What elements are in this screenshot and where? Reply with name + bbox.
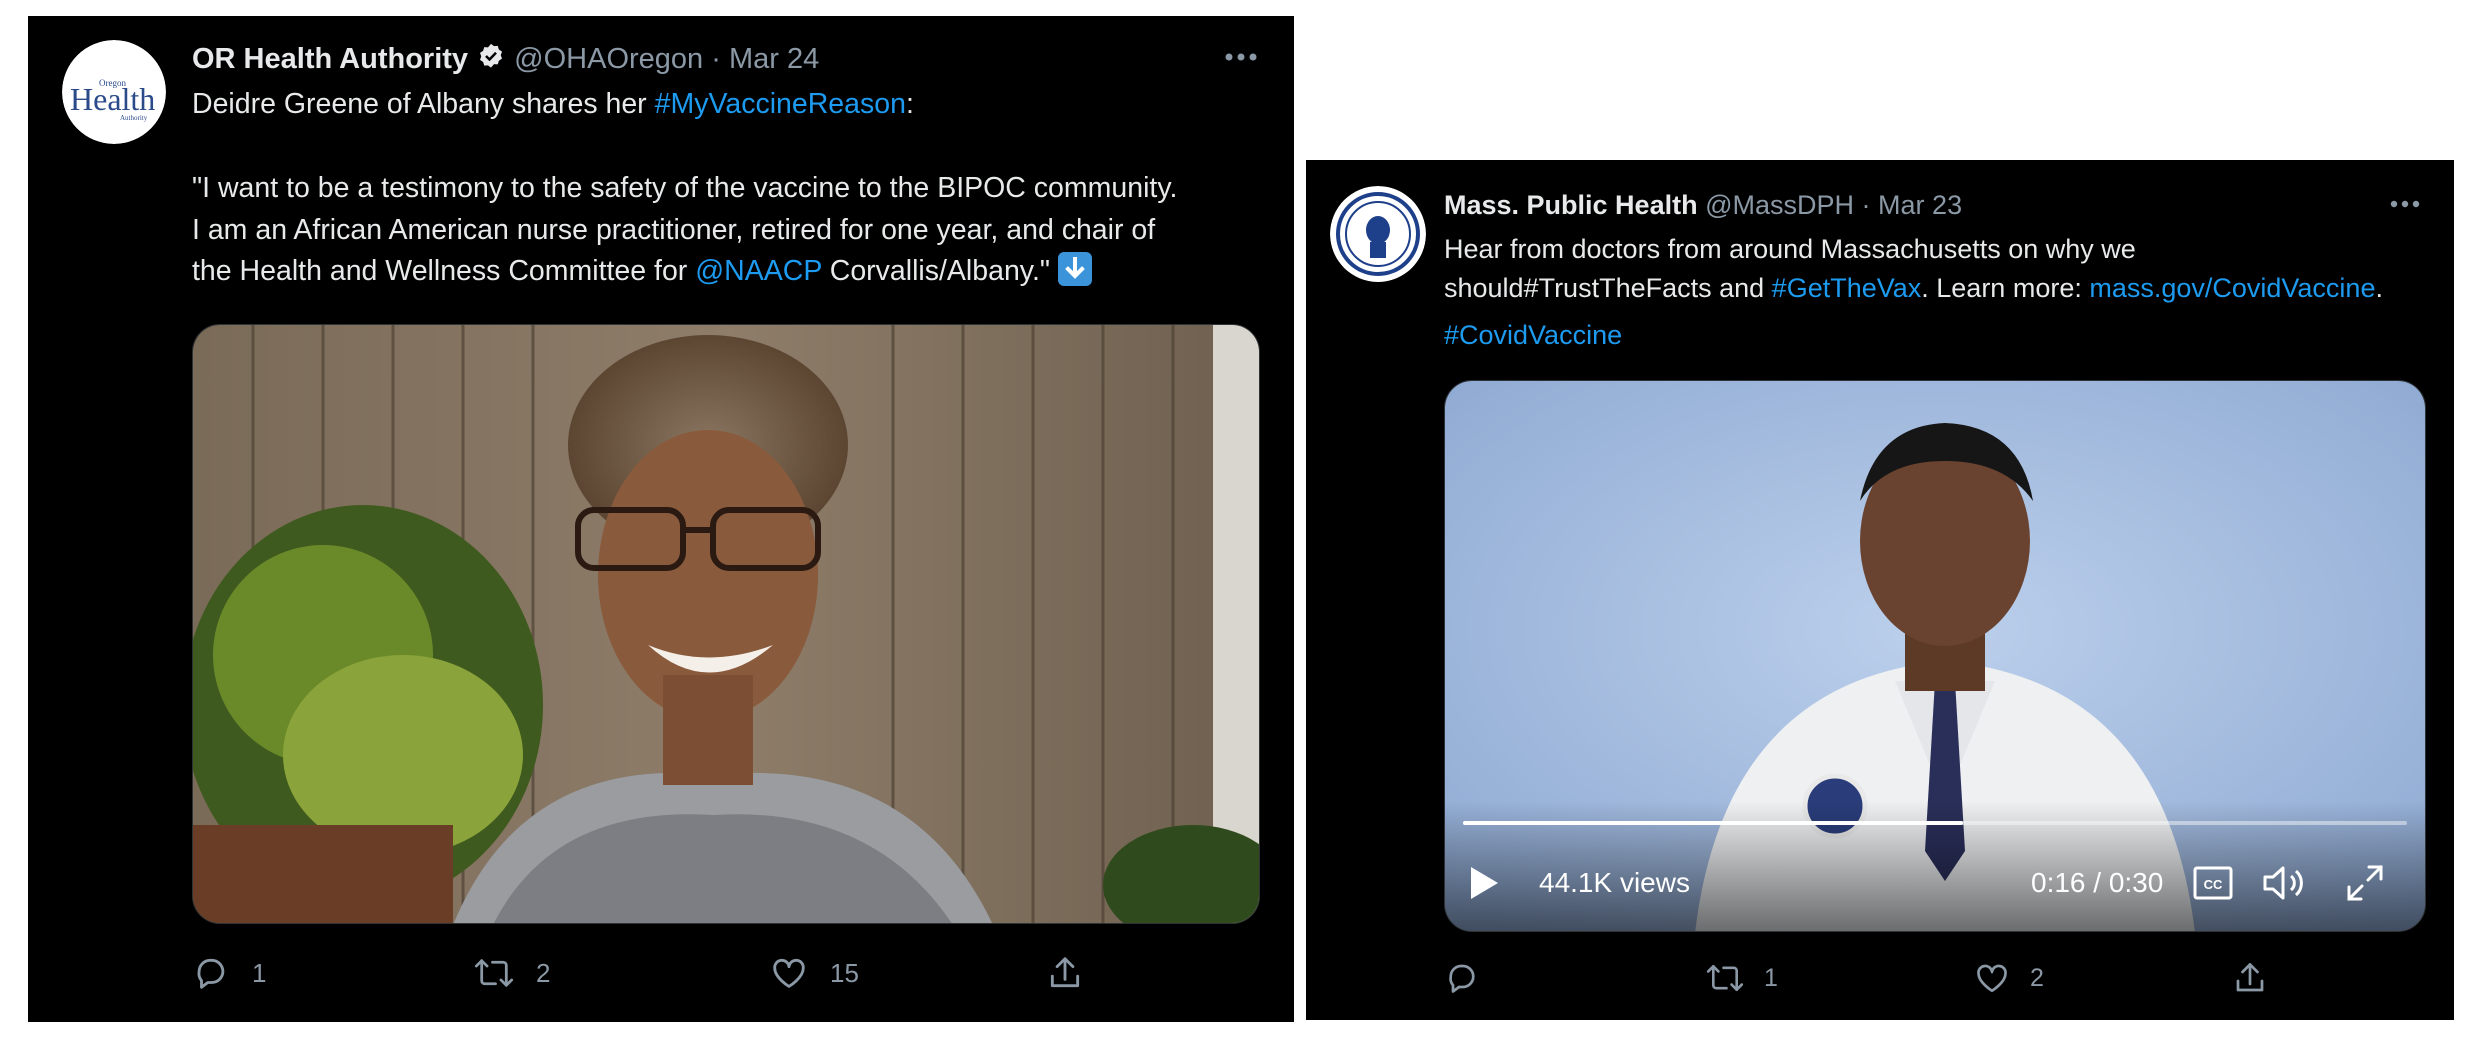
video-views: 44.1K views xyxy=(1539,867,1690,898)
like-button[interactable]: 2 xyxy=(1974,960,2044,996)
more-icon[interactable] xyxy=(1224,36,1258,70)
like-icon xyxy=(1977,964,2007,993)
like-icon xyxy=(773,958,805,988)
arrow-down-icon xyxy=(1057,251,1092,286)
share-icon xyxy=(1050,957,1080,988)
tweet-header: Mass. Public Health @MassDPH · Mar 23 xyxy=(1444,190,1962,221)
tweet-photo[interactable] xyxy=(192,324,1260,924)
massdph-seal-logo xyxy=(1330,186,1426,282)
photo-woman-smiling xyxy=(193,325,1259,923)
share-icon xyxy=(2236,963,2264,992)
reply-icon xyxy=(1449,964,1475,993)
tweet-video[interactable]: 44.1K views 0:16 / 0:30 CC xyxy=(1444,380,2426,932)
video-controls: 44.1K views 0:16 / 0:30 CC xyxy=(1445,801,2425,931)
tweet-card-oha[interactable]: Oregon Health Authority OR Health Author… xyxy=(28,16,1294,1022)
quote-line-3: the Health and Wellness Committee for @N… xyxy=(192,251,1272,292)
verified-badge-icon xyxy=(480,43,503,68)
separator: · xyxy=(711,43,721,75)
avatar[interactable] xyxy=(1330,186,1426,282)
like-count: 2 xyxy=(2030,963,2044,992)
volume-icon xyxy=(2263,866,2303,900)
author-name[interactable]: OR Health Authority xyxy=(192,43,468,75)
text-line-2: should#TrustTheFacts and #GetTheVax. Lea… xyxy=(1444,273,2383,304)
captions-button[interactable]: CC xyxy=(2193,859,2233,907)
captions-icon: CC xyxy=(2193,866,2233,900)
play-icon xyxy=(1471,867,1498,899)
retweet-button[interactable]: 1 xyxy=(1706,960,1778,996)
text-line-1: Hear from doctors from around Massachuse… xyxy=(1444,234,2136,264)
tweet-header: OR Health Authority @OHAOregon · Mar 24 xyxy=(192,42,819,76)
url-link[interactable]: mass.gov/CovidVaccine xyxy=(2089,273,2375,303)
tweet-text: Deidre Greene of Albany shares her #MyVa… xyxy=(192,84,1272,292)
fullscreen-icon xyxy=(2347,865,2383,901)
more-icon[interactable] xyxy=(2390,184,2420,216)
reply-button[interactable]: 1 xyxy=(192,954,266,992)
mention-link[interactable]: @NAACP xyxy=(695,255,822,287)
tweet-date[interactable]: Mar 24 xyxy=(729,43,819,75)
video-progress-fill xyxy=(1463,821,1964,825)
tweet-date[interactable]: Mar 23 xyxy=(1878,190,1962,220)
tweet-actions: 1 2 xyxy=(1444,960,2426,1000)
retweet-count: 2 xyxy=(536,957,551,988)
retweet-count: 1 xyxy=(1764,963,1778,992)
tweet-text: Hear from doctors from around Massachuse… xyxy=(1444,230,2444,355)
like-button[interactable]: 15 xyxy=(770,954,859,992)
svg-text:Health: Health xyxy=(70,81,155,117)
svg-text:Authority: Authority xyxy=(120,114,148,122)
separator: · xyxy=(1861,190,1871,220)
text-line: Deidre Greene of Albany shares her #MyVa… xyxy=(192,88,914,120)
fullscreen-button[interactable] xyxy=(2345,859,2385,907)
reply-icon xyxy=(197,958,225,989)
avatar[interactable]: Oregon Health Authority xyxy=(62,40,166,144)
retweet-button[interactable]: 2 xyxy=(474,954,550,992)
hashtag-link[interactable]: #GetTheVax xyxy=(1772,273,1922,303)
reply-count: 1 xyxy=(252,957,267,988)
tweet-card-massdph[interactable]: Mass. Public Health @MassDPH · Mar 23 He… xyxy=(1306,160,2454,1020)
tweet-actions: 1 2 15 xyxy=(192,954,1260,998)
share-button[interactable] xyxy=(1046,954,1084,992)
like-count: 15 xyxy=(830,957,859,988)
author-handle[interactable]: @MassDPH xyxy=(1705,190,1854,220)
retweet-icon xyxy=(1706,964,1744,992)
retweet-icon xyxy=(474,959,514,987)
author-handle[interactable]: @OHAOregon xyxy=(514,43,703,75)
reply-button[interactable] xyxy=(1444,960,1500,996)
hashtag-link[interactable]: #MyVaccineReason xyxy=(655,88,906,120)
hashtag-link[interactable]: #CovidVaccine xyxy=(1444,320,1622,350)
share-button[interactable] xyxy=(2232,960,2268,996)
oha-logo: Oregon Health Authority xyxy=(62,40,166,144)
quote-line-2: I am an African American nurse practitio… xyxy=(192,213,1156,246)
svg-text:CC: CC xyxy=(2204,877,2223,892)
author-name[interactable]: Mass. Public Health xyxy=(1444,190,1698,220)
volume-button[interactable] xyxy=(2261,859,2307,907)
video-time: 0:16 / 0:30 xyxy=(2031,867,2164,898)
video-progress-bar[interactable] xyxy=(1463,821,2407,825)
play-button[interactable] xyxy=(1467,859,1501,907)
quote-line-1: "I want to be a testimony to the safety … xyxy=(192,172,1178,205)
